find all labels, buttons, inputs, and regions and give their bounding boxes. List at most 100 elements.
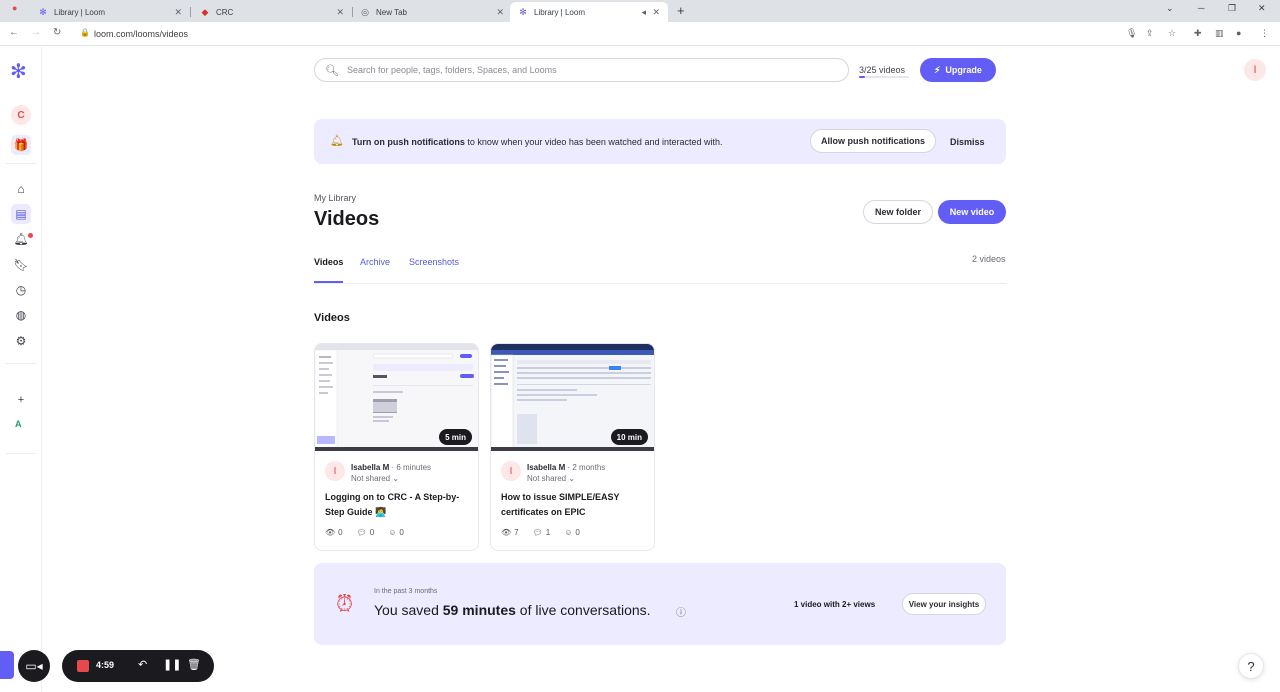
forward-icon[interactable]: →: [31, 27, 41, 38]
video-card[interactable]: 5 min I Isabella M · 6 minutes Not share…: [314, 343, 479, 551]
info-icon[interactable]: ⓘ: [676, 604, 686, 619]
pause-icon[interactable]: ❚❚: [163, 658, 181, 671]
record-indicator-icon: ●: [12, 3, 18, 13]
allow-push-button[interactable]: Allow push notifications: [810, 129, 936, 153]
emoji-icon: ☺: [564, 528, 573, 537]
url-field[interactable]: loom.com/looms/videos: [94, 29, 188, 39]
browser-tab-1[interactable]: ✻ Library | Loom ✕: [30, 2, 191, 22]
add-workspace-icon[interactable]: +: [11, 390, 31, 410]
video-thumbnail[interactable]: 5 min: [315, 344, 478, 451]
home-icon[interactable]: ⌂: [11, 179, 31, 199]
minimize-icon[interactable]: ─: [1198, 3, 1204, 13]
recorder-edge-tab[interactable]: [0, 651, 14, 679]
camera-icon[interactable]: ▭◂: [18, 650, 50, 682]
close-tab-icon[interactable]: ✕: [496, 7, 504, 18]
browser-tab-4[interactable]: ✻ Library | Loom ◂ ✕: [510, 2, 668, 22]
new-tab-icon[interactable]: +: [677, 3, 685, 18]
insights-summary: You saved 59 minutes of live conversatio…: [374, 602, 651, 618]
author-avatar: I: [325, 461, 345, 481]
eye-icon: 👁︎: [501, 528, 512, 537]
sharing-status[interactable]: Not shared ⌄: [351, 474, 399, 483]
sharing-label: Not shared: [527, 474, 567, 483]
audio-icon[interactable]: ◂: [641, 7, 646, 18]
bookmark-icon[interactable]: 🔖︎: [11, 255, 31, 275]
browser-tab-bar: ● ✻ Library | Loom ✕ ◆ CRC ✕ ◎ New Tab ✕…: [0, 0, 1280, 22]
insights-suffix: of live conversations.: [515, 602, 651, 618]
view-count: 7: [514, 528, 519, 537]
breadcrumb[interactable]: My Library: [314, 193, 356, 203]
comment-count: 1: [545, 528, 551, 537]
bell-icon[interactable]: 🔔︎: [11, 229, 31, 249]
bolt-icon: ⚡︎: [934, 64, 941, 75]
upgrade-button[interactable]: ⚡︎ Upgrade: [920, 58, 996, 82]
video-author: Isabella M · 6 minutes: [351, 463, 431, 472]
video-age: · 6 minutes: [391, 463, 432, 472]
back-icon[interactable]: ←: [9, 27, 19, 38]
search-input[interactable]: [346, 65, 827, 75]
restore-icon[interactable]: ❐: [1228, 3, 1236, 14]
profile-icon[interactable]: ●: [1236, 28, 1241, 38]
share-icon[interactable]: ⇪: [1146, 28, 1154, 39]
close-tab-icon[interactable]: ✕: [336, 7, 344, 18]
loom-favicon-icon: ✻: [519, 6, 527, 17]
search-bar[interactable]: 🔍︎: [314, 58, 849, 82]
history-icon[interactable]: ◷: [11, 280, 31, 300]
banner-message-bold: Turn on push notifications: [352, 137, 465, 147]
browser-tab-2[interactable]: ◆ CRC ✕: [192, 2, 353, 22]
video-thumbnail[interactable]: 10 min: [491, 344, 654, 451]
restart-icon[interactable]: ↶: [138, 658, 147, 671]
video-quota-label[interactable]: 3/25 videos: [859, 65, 905, 75]
bell-icon: 🔔︎: [330, 135, 344, 147]
browser-tab-3[interactable]: ◎ New Tab ✕: [352, 2, 512, 22]
extensions-icon[interactable]: ✚: [1194, 28, 1202, 39]
sharing-status[interactable]: Not shared ⌄: [527, 474, 575, 483]
chrome-favicon-icon: ◎: [361, 6, 369, 17]
tab-label: Library | Loom: [54, 7, 105, 17]
chevron-down-icon: ⌄: [568, 474, 576, 483]
insights-panel: ⏰︎ In the past 3 months You saved 59 min…: [314, 563, 1006, 645]
help-button[interactable]: ?: [1238, 653, 1264, 679]
view-insights-button[interactable]: View your insights: [902, 593, 986, 615]
reload-icon[interactable]: ↻: [53, 27, 61, 38]
chevron-down-icon: ⌄: [392, 474, 400, 483]
new-folder-button[interactable]: New folder: [863, 200, 933, 224]
tab-videos[interactable]: Videos: [314, 257, 343, 267]
close-tab-icon[interactable]: ✕: [652, 7, 660, 18]
comment-icon: 💬︎: [532, 528, 543, 537]
dismiss-button[interactable]: Dismiss: [950, 137, 985, 147]
lock-icon: 🔒: [80, 28, 90, 37]
library-icon[interactable]: ▤: [11, 204, 31, 224]
globe-icon[interactable]: ◍: [11, 305, 31, 325]
duration-badge: 10 min: [610, 429, 648, 445]
video-quota-fill: [859, 76, 865, 78]
video-card[interactable]: 10 min I Isabella M · 2 months Not share…: [490, 343, 655, 551]
recording-timer: 4:59: [96, 660, 115, 670]
star-icon[interactable]: ☆: [1168, 28, 1176, 39]
eye-icon: 👁︎: [325, 528, 336, 537]
push-notification-banner: 🔔︎ Turn on push notifications to know wh…: [314, 119, 1006, 164]
side-panel-icon[interactable]: ▥: [1215, 28, 1224, 39]
stop-recording-button[interactable]: [77, 660, 89, 672]
close-window-icon[interactable]: ✕: [1258, 3, 1266, 14]
loom-logo-icon[interactable]: ✻: [10, 59, 27, 84]
comment-icon: 💬︎: [356, 528, 367, 537]
tab-screenshots[interactable]: Screenshots: [409, 257, 459, 267]
page-title: Videos: [314, 208, 380, 230]
menu-icon[interactable]: ⋮: [1260, 28, 1269, 39]
tab-archive[interactable]: Archive: [360, 257, 390, 267]
video-title[interactable]: Logging on to CRC - A Step-by-Step Guide…: [325, 490, 473, 520]
new-video-button[interactable]: New video: [938, 200, 1006, 224]
close-tab-icon[interactable]: ✕: [174, 7, 182, 18]
tab-search-icon[interactable]: ⌄: [1166, 3, 1174, 14]
user-avatar[interactable]: I: [1244, 59, 1266, 81]
workspace-letter[interactable]: A: [15, 419, 22, 429]
upgrade-label: Upgrade: [945, 65, 982, 75]
workspace-avatar[interactable]: C: [11, 105, 31, 125]
gear-icon[interactable]: ⚙: [11, 331, 31, 351]
mic-icon[interactable]: 🎙: [1126, 28, 1137, 39]
insights-period: In the past 3 months: [374, 588, 438, 595]
trash-icon[interactable]: 🗑︎: [187, 658, 201, 671]
video-title[interactable]: How to issue SIMPLE/EASY certificates on…: [501, 490, 649, 520]
video-stats: 👁︎ 0 💬︎ 0 ☺ 0: [325, 528, 404, 537]
gift-icon[interactable]: 🎁: [11, 135, 31, 155]
